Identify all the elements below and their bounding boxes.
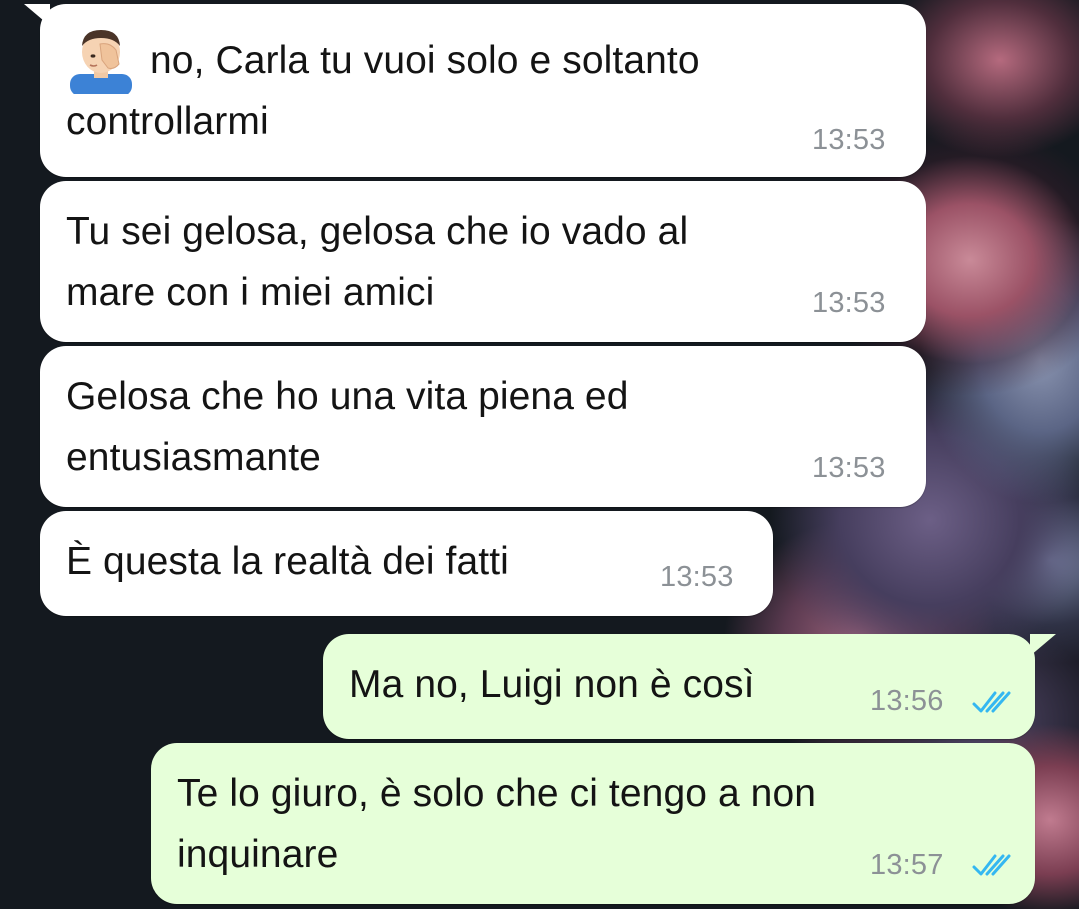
- incoming-message-bubble[interactable]: Gelosa che ho una vita piena ed entusias…: [40, 346, 926, 507]
- message-text: Gelosa che ho una vita piena ed entusias…: [66, 375, 629, 479]
- outgoing-message-bubble[interactable]: Te lo giuro, è solo che ci tengo a non i…: [151, 743, 1035, 904]
- message-timestamp: 13:53: [660, 561, 734, 593]
- message-text: È questa la realtà dei fatti: [66, 540, 509, 583]
- message-timestamp: 13:53: [812, 452, 886, 484]
- incoming-message-bubble[interactable]: Tu sei gelosa, gelosa che io vado al mar…: [40, 181, 926, 342]
- incoming-message-bubble[interactable]: no, Carla tu vuoi solo e soltanto contro…: [40, 4, 926, 177]
- message-text: Ma no, Luigi non è così: [349, 663, 755, 706]
- message-text: no, Carla tu vuoi solo e soltanto contro…: [66, 39, 700, 143]
- message-text: Tu sei gelosa, gelosa che io vado al mar…: [66, 210, 689, 314]
- message-timestamp: 13:53: [812, 124, 886, 156]
- message-timestamp: 13:53: [812, 287, 886, 319]
- bubble-tail: [24, 4, 50, 26]
- bubble-tail: [1030, 634, 1056, 656]
- outgoing-message-bubble[interactable]: Ma no, Luigi non è così 13:56: [323, 634, 1035, 739]
- double-check-read-icon: [972, 854, 1011, 876]
- incoming-message-bubble[interactable]: È questa la realtà dei fatti 13:53: [40, 511, 773, 616]
- double-check-read-icon: [972, 691, 1011, 713]
- message-timestamp: 13:57: [870, 849, 944, 881]
- message-timestamp: 13:56: [870, 685, 944, 717]
